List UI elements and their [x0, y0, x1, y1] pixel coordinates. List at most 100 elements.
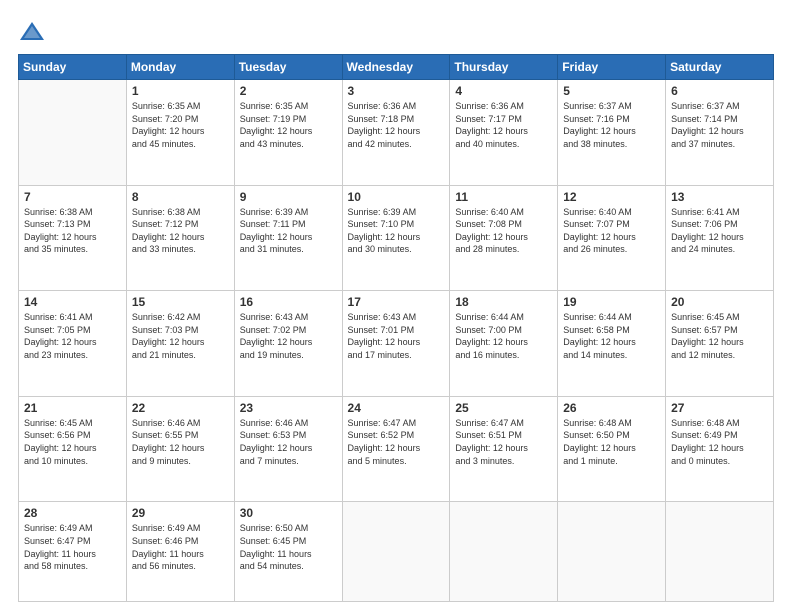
page: SundayMondayTuesdayWednesdayThursdayFrid… — [0, 0, 792, 612]
day-info: Sunrise: 6:46 AM Sunset: 6:53 PM Dayligh… — [240, 417, 337, 467]
day-number: 29 — [132, 506, 229, 520]
calendar-cell: 8 Sunrise: 6:38 AM Sunset: 7:12 PM Daylig… — [126, 185, 234, 291]
calendar-cell: 13 Sunrise: 6:41 AM Sunset: 7:06 PM Dayli… — [666, 185, 774, 291]
day-info: Sunrise: 6:39 AM Sunset: 7:11 PM Dayligh… — [240, 206, 337, 256]
weekday-header-wednesday: Wednesday — [342, 55, 450, 80]
calendar-cell — [19, 80, 127, 186]
day-number: 25 — [455, 401, 552, 415]
day-info: Sunrise: 6:38 AM Sunset: 7:13 PM Dayligh… — [24, 206, 121, 256]
calendar-cell: 18Sunrise: 6:44 AM Sunset: 7:00 PM Dayli… — [450, 291, 558, 397]
calendar-cell: 28 Sunrise: 6:49 AM Sunset: 6:47 PM Dayli… — [19, 502, 127, 602]
day-number: 28 — [24, 506, 121, 520]
calendar-cell: 4 Sunrise: 6:36 AM Sunset: 7:17 PM Daylig… — [450, 80, 558, 186]
day-info: Sunrise: 6:49 AM Sunset: 6:46 PM Dayligh… — [132, 522, 229, 572]
day-info: Sunrise: 6:35 AM Sunset: 7:19 PM Dayligh… — [240, 100, 337, 150]
day-number: 1 — [132, 84, 229, 98]
header — [18, 18, 774, 46]
day-number: 14 — [24, 295, 121, 309]
weekday-header-tuesday: Tuesday — [234, 55, 342, 80]
calendar-cell: 29 Sunrise: 6:49 AM Sunset: 6:46 PM Dayli… — [126, 502, 234, 602]
calendar-cell: 27 Sunrise: 6:48 AM Sunset: 6:49 PM Dayli… — [666, 396, 774, 502]
calendar-cell: 20 Sunrise: 6:45 AM Sunset: 6:57 PM Dayli… — [666, 291, 774, 397]
calendar: SundayMondayTuesdayWednesdayThursdayFrid… — [18, 54, 774, 602]
weekday-header-row: SundayMondayTuesdayWednesdayThursdayFrid… — [19, 55, 774, 80]
calendar-cell: 17 Sunrise: 6:43 AM Sunset: 7:01 PM Dayli… — [342, 291, 450, 397]
calendar-cell — [558, 502, 666, 602]
weekday-header-sunday: Sunday — [19, 55, 127, 80]
day-number: 12 — [563, 190, 660, 204]
calendar-cell — [666, 502, 774, 602]
day-number: 26 — [563, 401, 660, 415]
calendar-cell: 9Sunrise: 6:39 AM Sunset: 7:11 PM Daylig… — [234, 185, 342, 291]
day-info: Sunrise: 6:36 AM Sunset: 7:18 PM Dayligh… — [348, 100, 445, 150]
calendar-cell: 24 Sunrise: 6:47 AM Sunset: 6:52 PM Dayli… — [342, 396, 450, 502]
day-number: 7 — [24, 190, 121, 204]
calendar-cell: 7 Sunrise: 6:38 AM Sunset: 7:13 PM Daylig… — [19, 185, 127, 291]
calendar-cell: 26 Sunrise: 6:48 AM Sunset: 6:50 PM Dayli… — [558, 396, 666, 502]
day-info: Sunrise: 6:45 AM Sunset: 6:56 PM Dayligh… — [24, 417, 121, 467]
day-number: 24 — [348, 401, 445, 415]
week-row-1: 1 Sunrise: 6:35 AM Sunset: 7:20 PM Daylig… — [19, 80, 774, 186]
day-number: 20 — [671, 295, 768, 309]
day-number: 5 — [563, 84, 660, 98]
day-info: Sunrise: 6:50 AM Sunset: 6:45 PM Dayligh… — [240, 522, 337, 572]
day-number: 21 — [24, 401, 121, 415]
calendar-cell: 12 Sunrise: 6:40 AM Sunset: 7:07 PM Dayli… — [558, 185, 666, 291]
calendar-cell: 5 Sunrise: 6:37 AM Sunset: 7:16 PM Daylig… — [558, 80, 666, 186]
day-number: 27 — [671, 401, 768, 415]
day-number: 17 — [348, 295, 445, 309]
calendar-cell: 22 Sunrise: 6:46 AM Sunset: 6:55 PM Dayli… — [126, 396, 234, 502]
day-number: 15 — [132, 295, 229, 309]
day-info: Sunrise: 6:40 AM Sunset: 7:08 PM Dayligh… — [455, 206, 552, 256]
day-info: Sunrise: 6:47 AM Sunset: 6:51 PM Dayligh… — [455, 417, 552, 467]
day-info: Sunrise: 6:45 AM Sunset: 6:57 PM Dayligh… — [671, 311, 768, 361]
calendar-cell: 6 Sunrise: 6:37 AM Sunset: 7:14 PM Daylig… — [666, 80, 774, 186]
week-row-3: 14Sunrise: 6:41 AM Sunset: 7:05 PM Dayli… — [19, 291, 774, 397]
week-row-4: 21 Sunrise: 6:45 AM Sunset: 6:56 PM Dayli… — [19, 396, 774, 502]
week-row-5: 28 Sunrise: 6:49 AM Sunset: 6:47 PM Dayli… — [19, 502, 774, 602]
calendar-cell: 19Sunrise: 6:44 AM Sunset: 6:58 PM Dayli… — [558, 291, 666, 397]
day-info: Sunrise: 6:37 AM Sunset: 7:14 PM Dayligh… — [671, 100, 768, 150]
day-info: Sunrise: 6:40 AM Sunset: 7:07 PM Dayligh… — [563, 206, 660, 256]
day-info: Sunrise: 6:41 AM Sunset: 7:06 PM Dayligh… — [671, 206, 768, 256]
day-info: Sunrise: 6:36 AM Sunset: 7:17 PM Dayligh… — [455, 100, 552, 150]
day-number: 8 — [132, 190, 229, 204]
day-number: 4 — [455, 84, 552, 98]
day-number: 11 — [455, 190, 552, 204]
day-number: 6 — [671, 84, 768, 98]
day-info: Sunrise: 6:47 AM Sunset: 6:52 PM Dayligh… — [348, 417, 445, 467]
day-info: Sunrise: 6:35 AM Sunset: 7:20 PM Dayligh… — [132, 100, 229, 150]
logo-icon — [18, 18, 46, 46]
day-info: Sunrise: 6:48 AM Sunset: 6:50 PM Dayligh… — [563, 417, 660, 467]
day-number: 10 — [348, 190, 445, 204]
logo — [18, 18, 50, 46]
weekday-header-friday: Friday — [558, 55, 666, 80]
calendar-cell: 30 Sunrise: 6:50 AM Sunset: 6:45 PM Dayli… — [234, 502, 342, 602]
day-number: 23 — [240, 401, 337, 415]
week-row-2: 7 Sunrise: 6:38 AM Sunset: 7:13 PM Daylig… — [19, 185, 774, 291]
weekday-header-monday: Monday — [126, 55, 234, 80]
day-number: 3 — [348, 84, 445, 98]
day-number: 2 — [240, 84, 337, 98]
day-info: Sunrise: 6:46 AM Sunset: 6:55 PM Dayligh… — [132, 417, 229, 467]
calendar-cell: 11 Sunrise: 6:40 AM Sunset: 7:08 PM Dayli… — [450, 185, 558, 291]
day-number: 30 — [240, 506, 337, 520]
day-info: Sunrise: 6:48 AM Sunset: 6:49 PM Dayligh… — [671, 417, 768, 467]
day-number: 16 — [240, 295, 337, 309]
day-info: Sunrise: 6:38 AM Sunset: 7:12 PM Dayligh… — [132, 206, 229, 256]
day-info: Sunrise: 6:37 AM Sunset: 7:16 PM Dayligh… — [563, 100, 660, 150]
calendar-cell: 15Sunrise: 6:42 AM Sunset: 7:03 PM Dayli… — [126, 291, 234, 397]
calendar-cell: 1 Sunrise: 6:35 AM Sunset: 7:20 PM Daylig… — [126, 80, 234, 186]
day-number: 13 — [671, 190, 768, 204]
calendar-cell: 14Sunrise: 6:41 AM Sunset: 7:05 PM Dayli… — [19, 291, 127, 397]
day-number: 22 — [132, 401, 229, 415]
calendar-cell: 21 Sunrise: 6:45 AM Sunset: 6:56 PM Dayli… — [19, 396, 127, 502]
day-info: Sunrise: 6:43 AM Sunset: 7:02 PM Dayligh… — [240, 311, 337, 361]
calendar-cell: 16 Sunrise: 6:43 AM Sunset: 7:02 PM Dayli… — [234, 291, 342, 397]
calendar-cell: 10Sunrise: 6:39 AM Sunset: 7:10 PM Dayli… — [342, 185, 450, 291]
day-info: Sunrise: 6:49 AM Sunset: 6:47 PM Dayligh… — [24, 522, 121, 572]
weekday-header-thursday: Thursday — [450, 55, 558, 80]
calendar-cell: 25 Sunrise: 6:47 AM Sunset: 6:51 PM Dayli… — [450, 396, 558, 502]
calendar-cell — [342, 502, 450, 602]
day-info: Sunrise: 6:43 AM Sunset: 7:01 PM Dayligh… — [348, 311, 445, 361]
